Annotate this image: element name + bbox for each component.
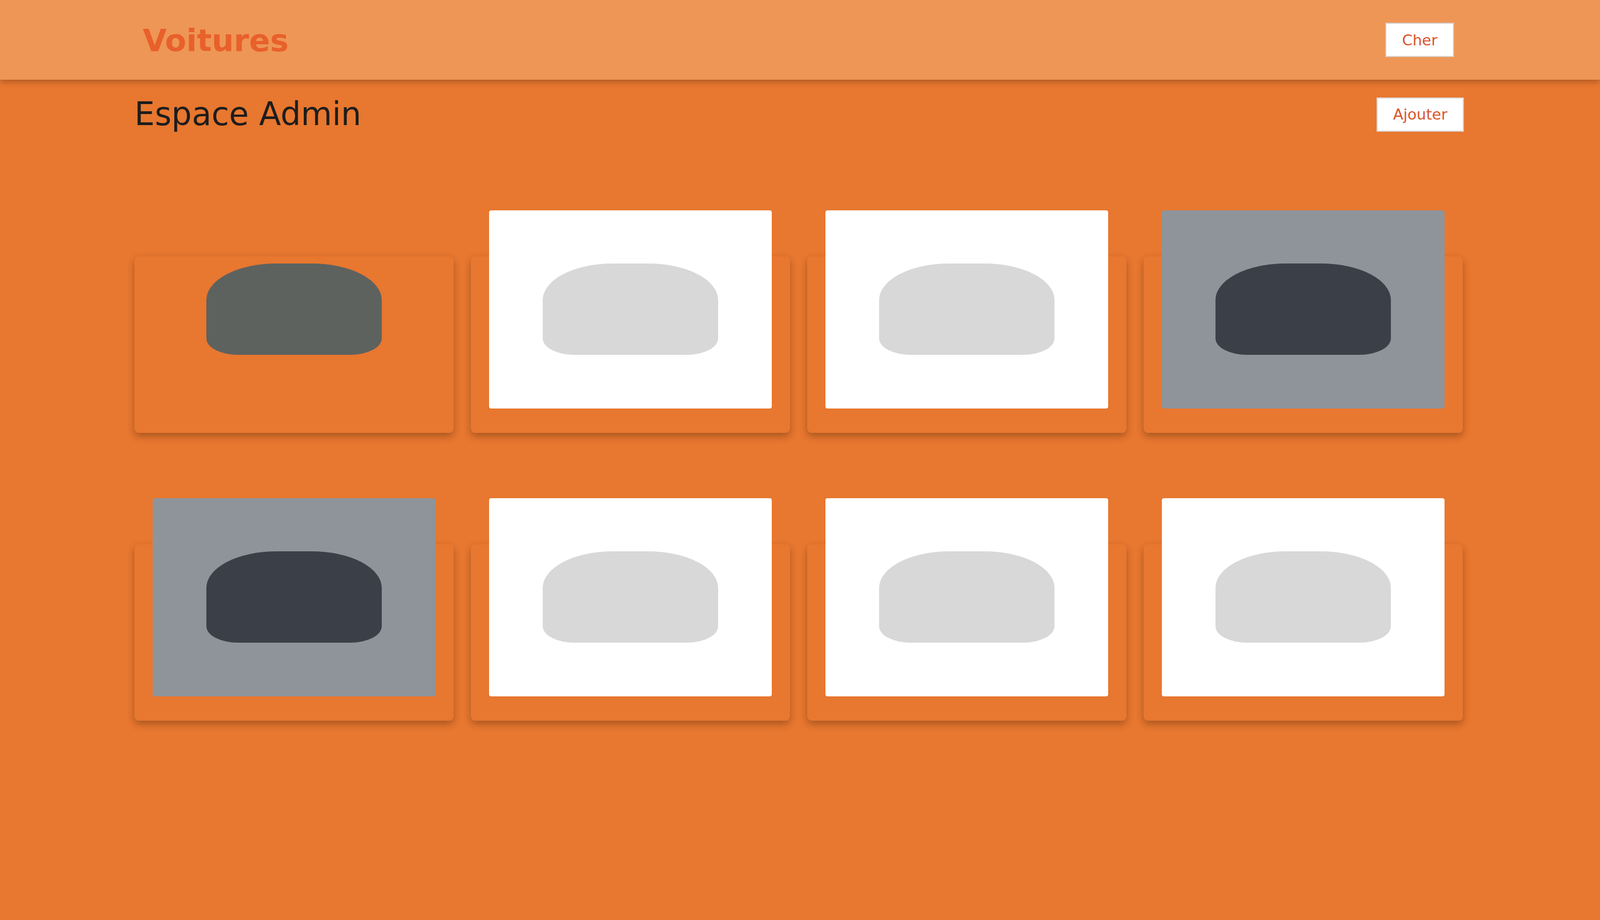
title-row: Espace Admin Ajouter bbox=[134, 95, 1464, 134]
car-card[interactable] bbox=[134, 256, 454, 433]
add-button[interactable]: Ajouter bbox=[1376, 97, 1464, 132]
car-card[interactable] bbox=[470, 543, 791, 721]
car-photo bbox=[152, 497, 436, 696]
car-photo bbox=[489, 210, 772, 409]
car-photo bbox=[825, 497, 1109, 696]
page: Voitures Cher Espace Admin Ajouter bbox=[0, 0, 1600, 920]
car-photo bbox=[1161, 497, 1445, 696]
car-shape bbox=[1215, 263, 1391, 355]
car-card[interactable] bbox=[134, 543, 454, 721]
car-photo bbox=[1161, 210, 1445, 409]
car-photo bbox=[152, 210, 436, 409]
car-card[interactable] bbox=[470, 256, 791, 433]
car-card[interactable] bbox=[807, 543, 1127, 721]
car-shape bbox=[542, 263, 719, 355]
car-shape bbox=[206, 551, 382, 643]
page-title: Espace Admin bbox=[134, 95, 362, 134]
car-card[interactable] bbox=[807, 256, 1127, 433]
car-grid bbox=[134, 256, 1464, 721]
car-shape bbox=[542, 551, 719, 643]
car-photo bbox=[489, 497, 772, 696]
car-card[interactable] bbox=[1143, 256, 1463, 433]
cher-button[interactable]: Cher bbox=[1385, 22, 1454, 57]
car-shape bbox=[1215, 551, 1391, 643]
car-photo bbox=[825, 210, 1109, 409]
car-shape bbox=[879, 551, 1055, 643]
top-bar: Voitures Cher bbox=[0, 0, 1600, 80]
car-shape bbox=[206, 263, 382, 355]
brand-title[interactable]: Voitures bbox=[142, 22, 289, 59]
car-card[interactable] bbox=[1143, 543, 1463, 721]
car-shape bbox=[879, 263, 1055, 355]
admin-area: Espace Admin Ajouter bbox=[0, 79, 1600, 787]
